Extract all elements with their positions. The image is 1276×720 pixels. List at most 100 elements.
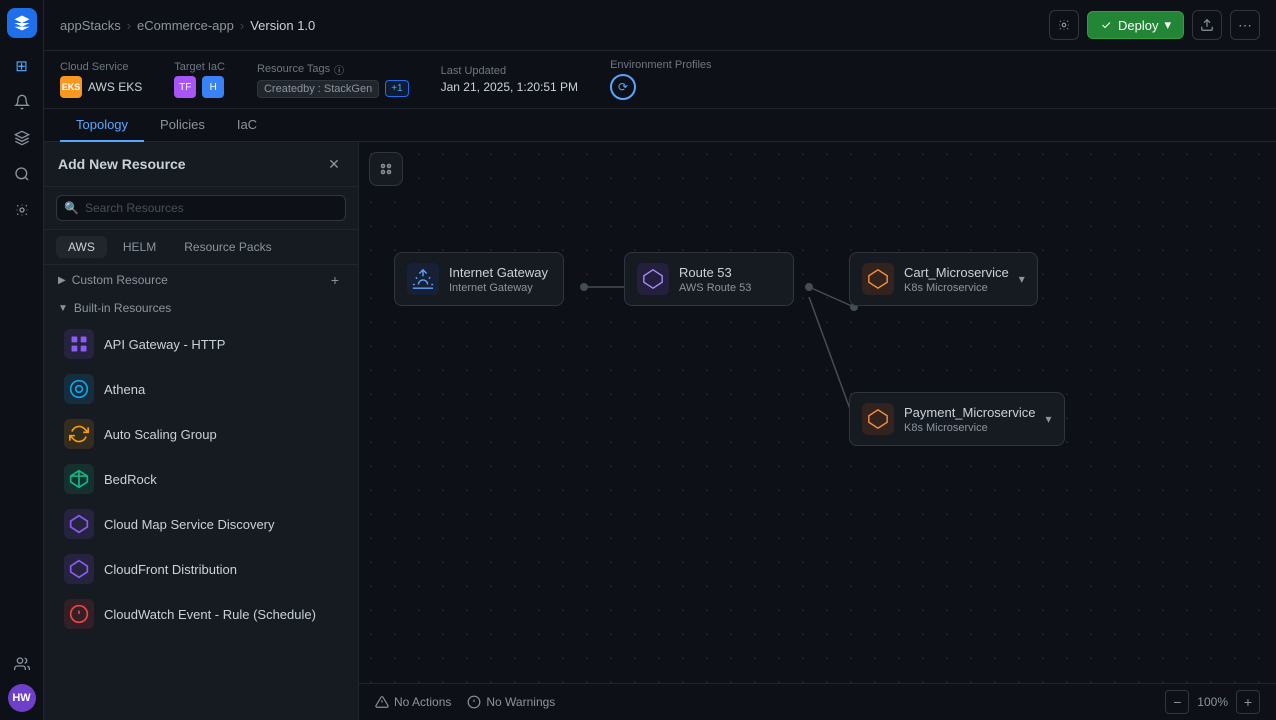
route53-icon: [637, 263, 669, 295]
list-item-cloudwatch[interactable]: CloudWatch Event - Rule (Schedule): [50, 592, 352, 636]
cloudwatch-icon: [64, 599, 94, 629]
res-tab-aws[interactable]: AWS: [56, 236, 107, 258]
node-route53[interactable]: Route 53 AWS Route 53: [624, 252, 794, 306]
internet-gateway-type: Internet Gateway: [449, 282, 551, 294]
list-item-bedrock[interactable]: BedRock: [50, 457, 352, 501]
builtin-resources-section[interactable]: ▼ Built-in Resources: [44, 295, 358, 321]
node-internet-gateway[interactable]: Internet Gateway Internet Gateway: [394, 252, 564, 306]
node-payment-microservice[interactable]: Payment_Microservice K8s Microservice ▾: [849, 392, 1065, 446]
panel-title: Add New Resource: [58, 156, 186, 172]
env-profiles-value: ⟳: [610, 74, 712, 100]
route53-type: AWS Route 53: [679, 282, 781, 294]
canvas-area[interactable]: Internet Gateway Internet Gateway Route: [359, 142, 1276, 683]
tab-policies[interactable]: Policies: [144, 109, 221, 142]
custom-resource-chevron: ▶: [58, 275, 66, 286]
env-profiles-info: Environment Profiles ⟳: [610, 59, 712, 100]
deploy-button[interactable]: Deploy ▾: [1087, 11, 1184, 39]
export-button[interactable]: [1192, 10, 1222, 40]
nav-icon-home[interactable]: ⊞: [6, 50, 38, 82]
internet-gateway-name: Internet Gateway: [449, 265, 551, 280]
panel-list: ▶ Custom Resource + ▼ Built-in Resources: [44, 265, 358, 720]
resource-tags-value: Createdby : StackGen +1: [257, 80, 409, 98]
athena-name: Athena: [104, 382, 145, 397]
icon-sidebar: ⊞ HW: [0, 0, 44, 720]
last-updated-label: Last Updated: [441, 65, 578, 77]
breadcrumb: appStacks › eCommerce-app › Version 1.0: [60, 18, 315, 33]
resource-tags-label: Resource Tags: [257, 63, 330, 75]
breadcrumb-sep-1: ›: [127, 18, 131, 33]
no-actions-status: No Actions: [375, 695, 451, 709]
more-button[interactable]: ⋯: [1230, 10, 1260, 40]
node-cart-microservice[interactable]: Cart_Microservice K8s Microservice ▾: [849, 252, 1038, 306]
list-item-cloud-map[interactable]: Cloud Map Service Discovery: [50, 502, 352, 546]
search-resources-input[interactable]: [56, 195, 346, 221]
nav-icon-layers[interactable]: [6, 122, 38, 154]
nav-icon-bell[interactable]: [6, 86, 38, 118]
target-iac-info: Target IaC TF H: [174, 61, 225, 98]
tab-iac[interactable]: IaC: [221, 109, 273, 142]
payment-microservice-name: Payment_Microservice: [904, 405, 1036, 420]
left-panel: Add New Resource ✕ 🔍 AWS HELM Resource P…: [44, 142, 359, 720]
auto-scaling-name: Auto Scaling Group: [104, 427, 217, 442]
resource-tag-badge[interactable]: Createdby : StackGen: [257, 80, 379, 98]
iac-icon-1: TF: [174, 76, 196, 98]
api-gateway-name: API Gateway - HTTP: [104, 337, 225, 352]
custom-resource-section[interactable]: ▶ Custom Resource +: [44, 265, 358, 295]
env-profile-icon[interactable]: ⟳: [610, 74, 636, 100]
resource-tags-extra[interactable]: +1: [385, 80, 408, 97]
env-profiles-label: Environment Profiles: [610, 59, 712, 71]
main-content: appStacks › eCommerce-app › Version 1.0 …: [44, 0, 1276, 720]
cloudfront-name: CloudFront Distribution: [104, 562, 237, 577]
nav-icon-settings-left[interactable]: [6, 194, 38, 226]
auto-scaling-icon: [64, 419, 94, 449]
breadcrumb-version[interactable]: Version 1.0: [250, 18, 315, 33]
breadcrumb-appstacks[interactable]: appStacks: [60, 18, 121, 33]
cloud-map-name: Cloud Map Service Discovery: [104, 517, 275, 532]
internet-gateway-icon: [407, 263, 439, 295]
list-item-api-gateway[interactable]: API Gateway - HTTP: [50, 322, 352, 366]
route53-name: Route 53: [679, 265, 781, 280]
route53-info: Route 53 AWS Route 53: [679, 265, 781, 294]
nav-icon-users[interactable]: [6, 648, 38, 680]
nav-icon-search[interactable]: [6, 158, 38, 190]
custom-resource-label: Custom Resource: [72, 273, 168, 287]
list-item-cloudfront[interactable]: CloudFront Distribution: [50, 547, 352, 591]
res-tab-helm[interactable]: HELM: [111, 236, 168, 258]
tab-topology[interactable]: Topology: [60, 109, 144, 142]
athena-icon: [64, 374, 94, 404]
target-iac-label: Target IaC: [174, 61, 225, 73]
topbar: appStacks › eCommerce-app › Version 1.0 …: [44, 0, 1276, 51]
cloud-map-icon: [64, 509, 94, 539]
cart-microservice-name: Cart_Microservice: [904, 265, 1009, 280]
zoom-out-button[interactable]: −: [1165, 690, 1189, 714]
settings-button[interactable]: [1049, 10, 1079, 40]
zoom-in-button[interactable]: +: [1236, 690, 1260, 714]
list-item-auto-scaling[interactable]: Auto Scaling Group: [50, 412, 352, 456]
last-updated-info: Last Updated Jan 21, 2025, 1:20:51 PM: [441, 65, 578, 94]
payment-microservice-icon: [862, 403, 894, 435]
panel-header: Add New Resource ✕: [44, 142, 358, 187]
search-icon: 🔍: [64, 201, 79, 215]
custom-resource-add-button[interactable]: +: [326, 271, 344, 289]
close-panel-button[interactable]: ✕: [324, 154, 344, 174]
cart-microservice-expand[interactable]: ▾: [1019, 272, 1025, 286]
status-bar: No Actions No Warnings − 100% +: [359, 683, 1276, 720]
status-bar-right: − 100% +: [1165, 690, 1260, 714]
target-iac-icons: TF H: [174, 76, 225, 98]
no-actions-text: No Actions: [394, 695, 451, 709]
payment-microservice-info: Payment_Microservice K8s Microservice: [904, 405, 1036, 434]
user-avatar[interactable]: HW: [8, 684, 36, 712]
search-box: 🔍: [44, 187, 358, 230]
zoom-level: 100%: [1197, 695, 1228, 709]
iac-icon-2: H: [202, 76, 224, 98]
cloudwatch-name: CloudWatch Event - Rule (Schedule): [104, 607, 316, 622]
payment-microservice-expand[interactable]: ▾: [1046, 412, 1052, 426]
custom-resource-header-left: ▶ Custom Resource: [58, 273, 168, 287]
list-item-athena[interactable]: Athena: [50, 367, 352, 411]
body-area: Add New Resource ✕ 🔍 AWS HELM Resource P…: [44, 142, 1276, 720]
res-tab-resource-packs[interactable]: Resource Packs: [172, 236, 283, 258]
breadcrumb-ecommerce[interactable]: eCommerce-app: [137, 18, 234, 33]
bedrock-name: BedRock: [104, 472, 157, 487]
app-logo[interactable]: [7, 8, 37, 38]
last-updated-value: Jan 21, 2025, 1:20:51 PM: [441, 80, 578, 94]
